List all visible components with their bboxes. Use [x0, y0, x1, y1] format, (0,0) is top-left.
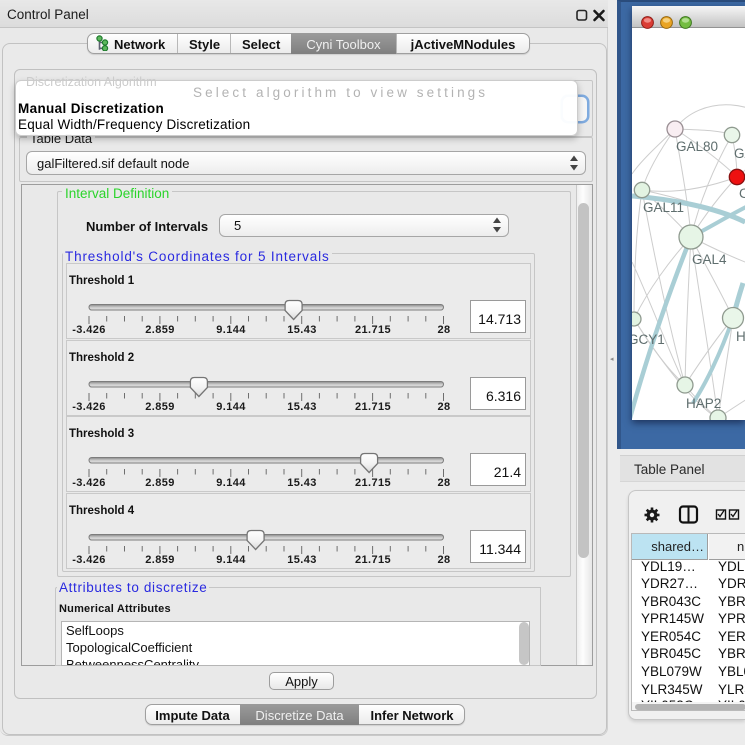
svg-text:GAL4: GAL4 [692, 252, 727, 267]
svg-text:GAL80: GAL80 [676, 139, 718, 154]
svg-text:GA: GA [734, 146, 745, 161]
svg-text:GCY1: GCY1 [632, 332, 665, 347]
svg-text:HAP2: HAP2 [686, 396, 721, 411]
svg-text:GAL11: GAL11 [643, 200, 684, 215]
svg-text:H: H [736, 329, 745, 344]
svg-text:C: C [739, 186, 745, 201]
